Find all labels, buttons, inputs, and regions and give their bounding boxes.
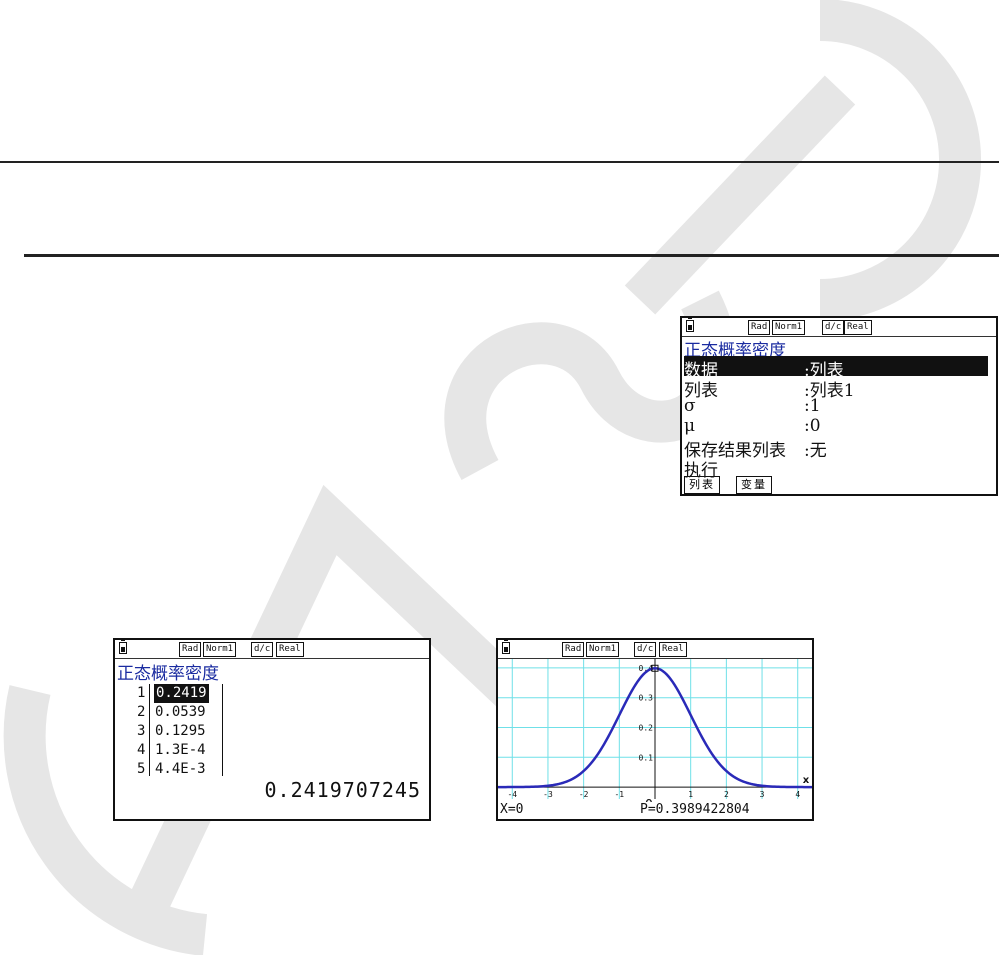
complex-mode-badge: Real bbox=[844, 320, 872, 335]
list-cell[interactable]: 1.3E-4 bbox=[155, 741, 206, 760]
param-label: σ bbox=[684, 396, 696, 416]
list-bracket-left bbox=[149, 684, 153, 776]
status-bar: Rad Norm1 d/c Real bbox=[498, 640, 812, 659]
p-readout: P=0.3989422804 bbox=[640, 802, 750, 817]
x-axis-label: x bbox=[803, 775, 810, 786]
x-readout: X=0 bbox=[500, 802, 524, 817]
list-index: 4 bbox=[137, 742, 146, 758]
param-row[interactable]: 数据:列表 bbox=[684, 356, 988, 381]
list-cell[interactable]: 0.2419 bbox=[154, 684, 209, 703]
fraction-mode-badge: d/c bbox=[251, 642, 274, 657]
divider-top bbox=[0, 161, 999, 163]
list-cell[interactable]: 0.0539 bbox=[155, 703, 206, 722]
x-tick-label: 4 bbox=[795, 790, 800, 799]
x-tick-label: -4 bbox=[507, 790, 517, 799]
x-tick-label: 3 bbox=[760, 790, 765, 799]
list-cell[interactable]: 0.1295 bbox=[155, 722, 206, 741]
list-cell[interactable]: 4.4E-3 bbox=[155, 760, 206, 779]
param-value: :1 bbox=[804, 396, 821, 416]
complex-mode-badge: Real bbox=[659, 642, 687, 657]
y-tick-label: 0.1 bbox=[639, 753, 654, 762]
f1-list-key[interactable]: 列表 bbox=[684, 476, 720, 494]
fraction-mode-badge: d/c bbox=[634, 642, 657, 657]
calc-screen-params: Rad Norm1 d/c Real 正态概率密度 数据:列表 列表:列表1 σ:1… bbox=[680, 316, 998, 496]
calc-screen-list-result: Rad Norm1 d/c Real 正态概率密度 1 0.2419 2 0.0539… bbox=[113, 638, 431, 821]
status-bar: Rad Norm1 d/c Real bbox=[682, 318, 996, 337]
x-tick-label: -2 bbox=[579, 790, 589, 799]
status-bar: Rad Norm1 d/c Real bbox=[115, 640, 429, 659]
list-index: 1 bbox=[137, 685, 146, 701]
f2-variable-key[interactable]: 变量 bbox=[736, 476, 772, 494]
result-value: 0.2419707245 bbox=[264, 778, 421, 802]
calc-screen-graph: Rad Norm1 d/c Real -4 -3 -2 -1 1 2 3 4 0.1 0.2 0.3… bbox=[496, 638, 814, 821]
battery-icon bbox=[502, 640, 510, 654]
param-value: :无 bbox=[804, 441, 827, 461]
param-value: :0 bbox=[804, 416, 821, 436]
y-tick-label: 0.2 bbox=[639, 724, 654, 733]
fraction-mode-badge: d/c bbox=[822, 320, 845, 335]
angle-mode-badge: Rad bbox=[562, 642, 585, 657]
x-tick-label: -3 bbox=[543, 790, 553, 799]
x-tick-label: 2 bbox=[724, 790, 729, 799]
param-label: μ bbox=[684, 416, 696, 436]
complex-mode-badge: Real bbox=[276, 642, 304, 657]
divider-section bbox=[24, 254, 999, 257]
normal-pdf-graph[interactable]: -4-3-2-112340.10.20.30.4xO bbox=[498, 659, 812, 819]
list-index: 3 bbox=[137, 723, 146, 739]
angle-mode-badge: Rad bbox=[748, 320, 771, 335]
screen-title: 正态概率密度 bbox=[117, 664, 219, 684]
list-index: 2 bbox=[137, 704, 146, 720]
angle-mode-badge: Rad bbox=[179, 642, 202, 657]
x-tick-label: 1 bbox=[688, 790, 693, 799]
x-tick-label: -1 bbox=[614, 790, 624, 799]
list-index: 5 bbox=[137, 761, 146, 777]
display-mode-badge: Norm1 bbox=[772, 320, 806, 335]
battery-icon bbox=[686, 318, 694, 332]
battery-icon bbox=[119, 640, 127, 654]
list-bracket-right bbox=[222, 684, 223, 776]
display-mode-badge: Norm1 bbox=[586, 642, 620, 657]
y-tick-label: 0.3 bbox=[639, 694, 654, 703]
display-mode-badge: Norm1 bbox=[203, 642, 237, 657]
